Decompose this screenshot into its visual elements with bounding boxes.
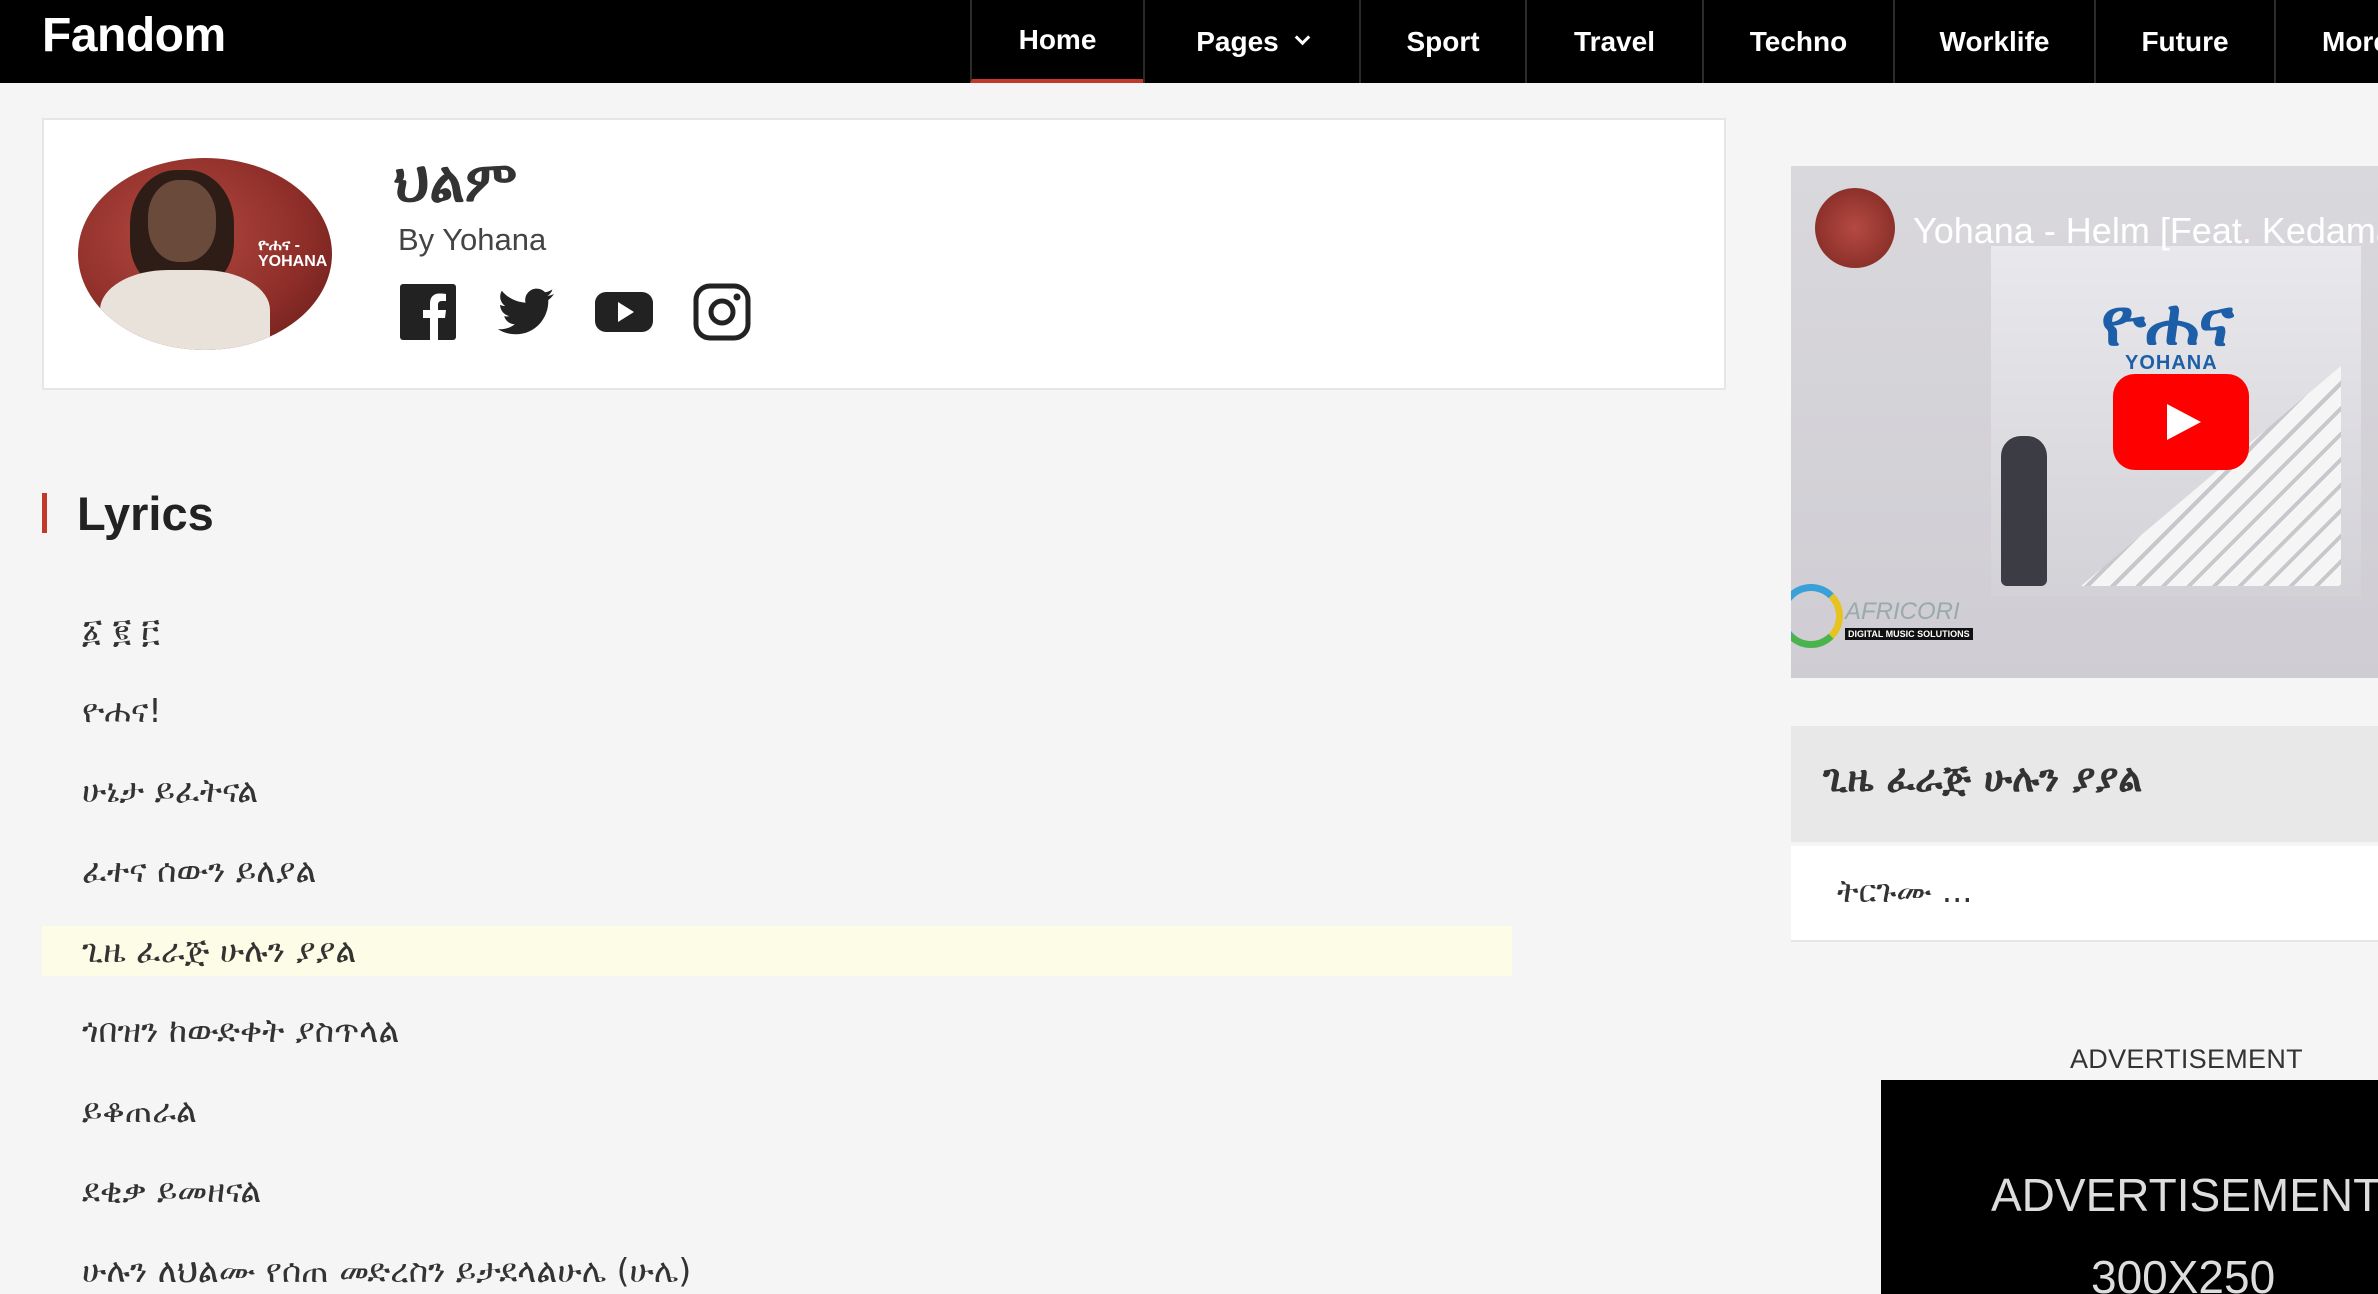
lyrics-heading: Lyrics <box>42 487 214 540</box>
nav-item-future[interactable]: Future <box>2094 0 2274 83</box>
song-header-card: ዮሐና - YOHANA ህልም By Yohana <box>42 118 1726 390</box>
nav-item-label: Home <box>1018 23 1097 55</box>
youtube-video-embed[interactable]: ዮሐና YOHANA Yohana - Helm [Feat. Kedama A… <box>1791 166 2378 678</box>
song-title: ህልም <box>394 150 518 215</box>
chevron-down-icon <box>1294 29 1311 46</box>
lyrics-list: ፩ ፪ ፫ ዮሐና! ሁኔታ ይፈትናል ፈተና ሰውን ይለያል ጊዜ ፈራጅ… <box>42 606 1512 1294</box>
partner-logo-text: AFRICORI <box>1845 598 1960 625</box>
related-widget-header: ጊዜ ፈራጅ ሁሉን ያያል <box>1791 726 2378 842</box>
lyrics-heading-text: Lyrics <box>77 486 214 540</box>
instagram-icon[interactable] <box>692 282 752 342</box>
channel-avatar[interactable] <box>1815 188 1895 268</box>
artist-byline: By Yohana <box>398 222 547 257</box>
avatar-shirt <box>100 270 270 350</box>
advertisement-label: ADVERTISEMENT <box>2070 1044 2303 1074</box>
lyric-line: ፈተና ሰውን ይለያል <box>82 851 317 890</box>
ad-size-text: 300X250 <box>2091 1251 2276 1294</box>
nav-item-pages[interactable]: Pages <box>1143 0 1359 83</box>
top-navbar: Fandom Home Pages Sport Travel Techno Wo… <box>0 0 2378 83</box>
thumbnail-person <box>2001 436 2047 586</box>
nav-item-label: Techno <box>1749 25 1848 57</box>
youtube-icon[interactable] <box>594 282 654 342</box>
nav-item-more[interactable]: More <box>2274 0 2378 83</box>
lyric-line-highlighted[interactable]: ጊዜ ፈራጅ ሁሉን ያያል <box>42 926 1512 976</box>
facebook-icon[interactable] <box>398 282 458 342</box>
nav-item-label: Worklife <box>1939 25 2050 57</box>
nav-item-label: Pages <box>1196 25 1279 57</box>
lyric-line: ሁኔታ ይፈትናል <box>82 771 259 810</box>
artist-avatar: ዮሐና - YOHANA <box>78 158 332 350</box>
heading-accent-bar <box>42 493 47 533</box>
related-link[interactable]: ትርጉሙ ... <box>1791 846 2378 942</box>
partner-tagline: DIGITAL MUSIC SOLUTIONS <box>1845 628 1973 640</box>
social-links <box>398 282 752 342</box>
site-logo[interactable]: Fandom <box>42 8 226 64</box>
nav-item-travel[interactable]: Travel <box>1525 0 1702 83</box>
related-widget-title: ጊዜ ፈራጅ ሁሉን ያያል <box>1823 756 2143 800</box>
advertisement-slot[interactable]: ADVERTISEMENT 300X250 <box>1881 1080 2378 1294</box>
nav-item-home[interactable]: Home <box>970 0 1143 83</box>
nav-item-label: Sport <box>1406 25 1480 57</box>
nav-item-sport[interactable]: Sport <box>1359 0 1525 83</box>
thumbnail-logo-sub: YOHANA <box>2125 352 2218 374</box>
ad-placeholder-text: ADVERTISEMENT <box>1991 1169 2378 1221</box>
avatar-face <box>148 180 216 262</box>
lyric-line: ደቂቃ ይመዘናል <box>82 1171 262 1210</box>
twitter-icon[interactable] <box>496 282 556 342</box>
main-nav: Home Pages Sport Travel Techno Worklife … <box>970 0 2378 83</box>
nav-item-worklife[interactable]: Worklife <box>1893 0 2094 83</box>
lyric-line: ጎበዝን ከውድቀት ያስጥላል <box>82 1011 400 1050</box>
video-title[interactable]: Yohana - Helm [Feat. Kedama <box>1913 210 2378 252</box>
play-button-icon[interactable] <box>2113 374 2249 470</box>
nav-item-label: Future <box>2141 25 2229 57</box>
lyric-line: ፩ ፪ ፫ <box>82 611 160 650</box>
lyric-line: ሁሉን ለህልሙ የሰጠ መድረስን ይታደላልሁሌ (ሁሌ) <box>82 1251 692 1290</box>
lyric-line: ዮሐና! <box>82 691 162 730</box>
related-link-label: ትርጉሙ ... <box>1837 872 1973 910</box>
nav-item-techno[interactable]: Techno <box>1702 0 1893 83</box>
africori-logo-icon <box>1791 584 1843 648</box>
nav-item-label: Travel <box>1574 25 1655 57</box>
nav-item-label: More <box>2322 25 2378 57</box>
lyric-line: ይቆጠራል <box>82 1091 197 1130</box>
avatar-caption: ዮሐና - YOHANA <box>258 237 328 270</box>
